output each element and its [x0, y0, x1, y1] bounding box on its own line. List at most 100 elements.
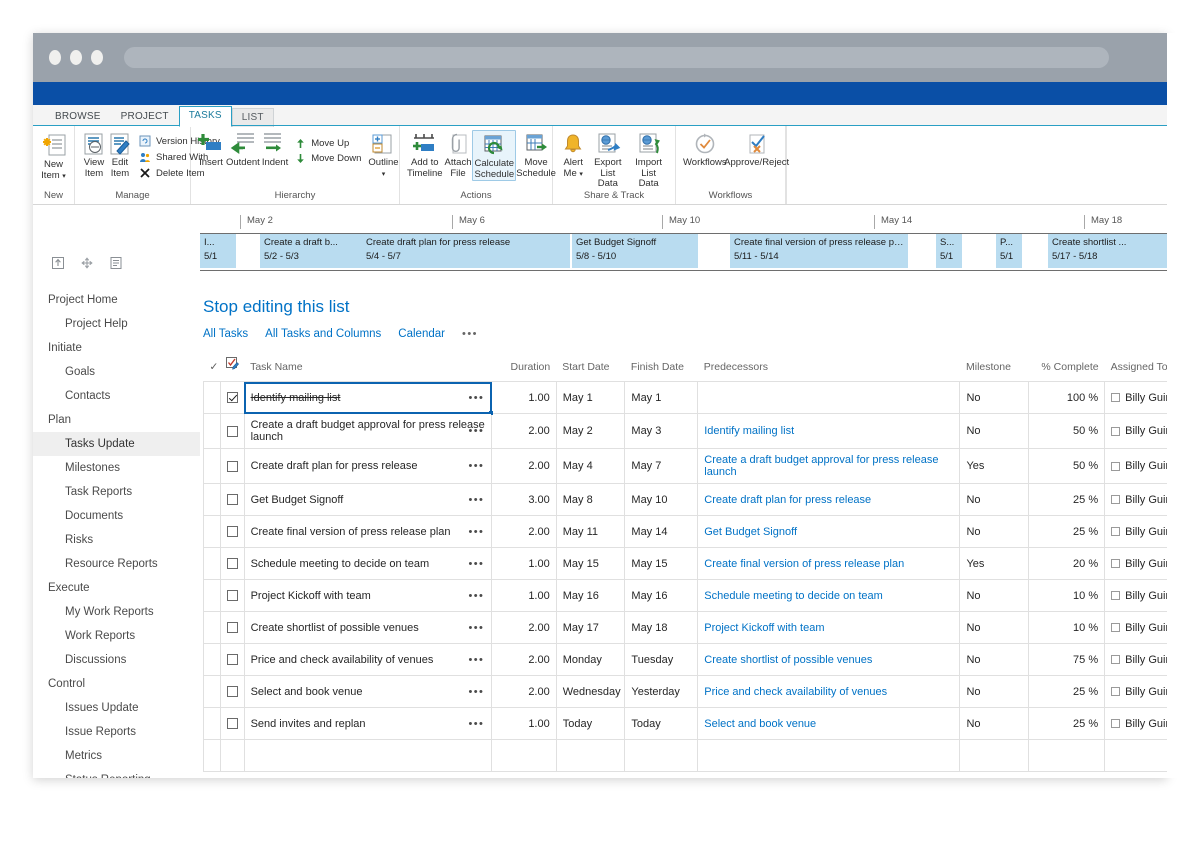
cell-milestone[interactable]: No	[959, 381, 1030, 414]
header-milestone[interactable]: Milestone	[960, 354, 1029, 382]
timeline-bar[interactable]: Create draft plan for press release 5/4 …	[362, 234, 570, 268]
cell-percent-complete-new[interactable]	[1028, 739, 1106, 772]
insert-button[interactable]: Insert	[197, 130, 225, 169]
row-select-cell[interactable]	[219, 381, 245, 414]
cell-percent-complete[interactable]: 25 %	[1028, 707, 1106, 740]
row-checkbox[interactable]	[226, 425, 238, 437]
cell-duration[interactable]: 1.00	[491, 381, 557, 414]
cell-task-name[interactable]: Create shortlist of possible venues •••	[243, 611, 493, 644]
sidebar-item-risks[interactable]: Risks	[33, 528, 200, 552]
row-checkbox[interactable]	[226, 526, 238, 538]
sidebar-item-contacts[interactable]: Contacts	[33, 384, 200, 408]
predecessor-link[interactable]: Get Budget Signoff	[704, 526, 797, 538]
row-select-cell[interactable]	[219, 413, 245, 449]
ribbon-tab-tasks[interactable]: TASKS	[178, 106, 232, 127]
attach-file-button[interactable]: Attach File	[444, 130, 473, 179]
assigned-to-name[interactable]: Billy Guinan	[1125, 392, 1167, 404]
sidebar-item-discussions[interactable]: Discussions	[33, 648, 200, 672]
address-bar[interactable]	[124, 47, 1109, 68]
cell-percent-complete[interactable]: 25 %	[1028, 483, 1106, 516]
header-duration[interactable]: Duration	[492, 354, 557, 382]
cell-percent-complete[interactable]: 50 %	[1028, 448, 1106, 484]
cell-percent-complete[interactable]: 25 %	[1028, 515, 1106, 548]
cell-finish-date-new[interactable]	[624, 739, 699, 772]
row-select-cell[interactable]	[219, 707, 245, 740]
cell-assigned-to[interactable]: Billy Guinan	[1104, 413, 1167, 449]
cell-milestone[interactable]: No	[959, 483, 1030, 516]
new-item-button[interactable]: New Item ▾	[39, 130, 68, 182]
cell-milestone-new[interactable]	[959, 739, 1030, 772]
sidebar-item-issue-reports[interactable]: Issue Reports	[33, 720, 200, 744]
cell-assigned-to[interactable]: Billy Guinan	[1104, 381, 1167, 414]
timeline-bar[interactable]: I... 5/1	[200, 234, 236, 268]
row-menu-icon[interactable]: •••	[468, 622, 484, 633]
cell-task-name[interactable]: Select and book venue •••	[243, 675, 493, 708]
cell-milestone[interactable]: No	[959, 611, 1030, 644]
ribbon-tab-browse[interactable]: BROWSE	[45, 107, 111, 127]
calculate-schedule-button[interactable]: Calculate Schedule	[472, 130, 517, 181]
table-row[interactable]: Send invites and replan ••• 1.00 Today T…	[203, 707, 1167, 740]
expand-pane-icon[interactable]	[51, 256, 65, 270]
outline-button[interactable]: Outline ▾	[367, 130, 399, 180]
cell-start-date[interactable]: May 15	[555, 547, 626, 580]
timeline-bar[interactable]: Create shortlist ... 5/17 - 5/18	[1048, 234, 1167, 268]
assigned-to-name[interactable]: Billy Guinan	[1125, 686, 1167, 698]
view-tab-all-tasks[interactable]: All Tasks	[203, 328, 248, 340]
predecessor-link[interactable]: Select and book venue	[704, 718, 816, 730]
predecessor-link[interactable]: Create draft plan for press release	[704, 494, 871, 506]
row-checkbox[interactable]	[226, 718, 238, 730]
row-checkbox[interactable]	[226, 654, 238, 666]
cell-predecessors[interactable]: Create draft plan for press release	[697, 483, 961, 516]
row-menu-icon[interactable]: •••	[468, 392, 484, 403]
workflows-button[interactable]: Workflows	[682, 130, 728, 169]
cell-percent-complete[interactable]: 75 %	[1028, 643, 1106, 676]
header-task-name[interactable]: Task Name	[244, 354, 492, 382]
cell-duration[interactable]: 1.00	[491, 547, 557, 580]
timeline-bar[interactable]: Get Budget Signoff 5/8 - 5/10	[572, 234, 698, 268]
cell-task-name[interactable]: Identify mailing list •••	[243, 381, 494, 416]
row-select-cell[interactable]	[219, 515, 245, 548]
row-menu-icon[interactable]: •••	[468, 590, 484, 601]
row-select-cell[interactable]	[219, 675, 245, 708]
predecessor-link[interactable]: Create a draft budget approval for press…	[704, 454, 938, 478]
cell-percent-complete[interactable]: 25 %	[1028, 675, 1106, 708]
move-schedule-button[interactable]: Move Schedule	[516, 130, 556, 179]
cell-duration[interactable]: 2.00	[491, 448, 557, 484]
predecessor-link[interactable]: Create final version of press release pl…	[704, 558, 904, 570]
assigned-to-name[interactable]: Billy Guinan	[1125, 654, 1167, 666]
header-select-all[interactable]	[220, 354, 244, 382]
cell-predecessors[interactable]: Create shortlist of possible venues	[697, 643, 961, 676]
cell-duration[interactable]: 2.00	[491, 675, 557, 708]
sidebar-item-my-work-reports[interactable]: My Work Reports	[33, 600, 200, 624]
cell-finish-date[interactable]: Tuesday	[624, 643, 699, 676]
cell-start-date[interactable]: Today	[555, 707, 626, 740]
row-checkbox[interactable]	[226, 686, 238, 698]
view-tab-all-tasks-and-columns[interactable]: All Tasks and Columns	[265, 328, 381, 340]
cell-assigned-to[interactable]: Billy Guinan	[1104, 707, 1167, 740]
timeline-bar[interactable]: Create a draft b... 5/2 - 5/3	[260, 234, 362, 268]
predecessor-link[interactable]: Price and check availability of venues	[704, 686, 887, 698]
cell-finish-date[interactable]: May 16	[624, 579, 699, 612]
cell-milestone[interactable]: Yes	[959, 547, 1030, 580]
predecessor-link[interactable]: Schedule meeting to decide on team	[704, 590, 883, 602]
cell-start-date[interactable]: May 16	[555, 579, 626, 612]
cell-assigned-to[interactable]: Billy Guinan	[1104, 515, 1167, 548]
header-finish-date[interactable]: Finish Date	[625, 354, 698, 382]
move-down-button[interactable]: Move Down	[293, 151, 365, 166]
edit-item-button[interactable]: Edit Item	[107, 130, 133, 179]
cell-predecessors[interactable]: Project Kickoff with team	[697, 611, 961, 644]
table-row[interactable]: Create shortlist of possible venues ••• …	[203, 611, 1167, 644]
new-item-row[interactable]	[203, 739, 1167, 772]
project-timeline[interactable]: May 2 May 6 May 10 May 14 May 18 I... 5/…	[200, 215, 1167, 275]
row-select-cell[interactable]	[219, 739, 245, 772]
timeline-bar[interactable]: Create final version of press release pl…	[730, 234, 908, 268]
table-row[interactable]: Select and book venue ••• 2.00 Wednesday…	[203, 675, 1167, 708]
cell-finish-date[interactable]: May 14	[624, 515, 699, 548]
sidebar-item-work-reports[interactable]: Work Reports	[33, 624, 200, 648]
row-menu-icon[interactable]: •••	[468, 558, 484, 569]
cell-task-name[interactable]: Create draft plan for press release •••	[243, 448, 493, 484]
cell-milestone[interactable]: No	[959, 413, 1030, 449]
cell-start-date[interactable]: May 4	[555, 448, 626, 484]
cell-predecessors[interactable]: Create final version of press release pl…	[697, 547, 961, 580]
assigned-to-name[interactable]: Billy Guinan	[1125, 622, 1167, 634]
